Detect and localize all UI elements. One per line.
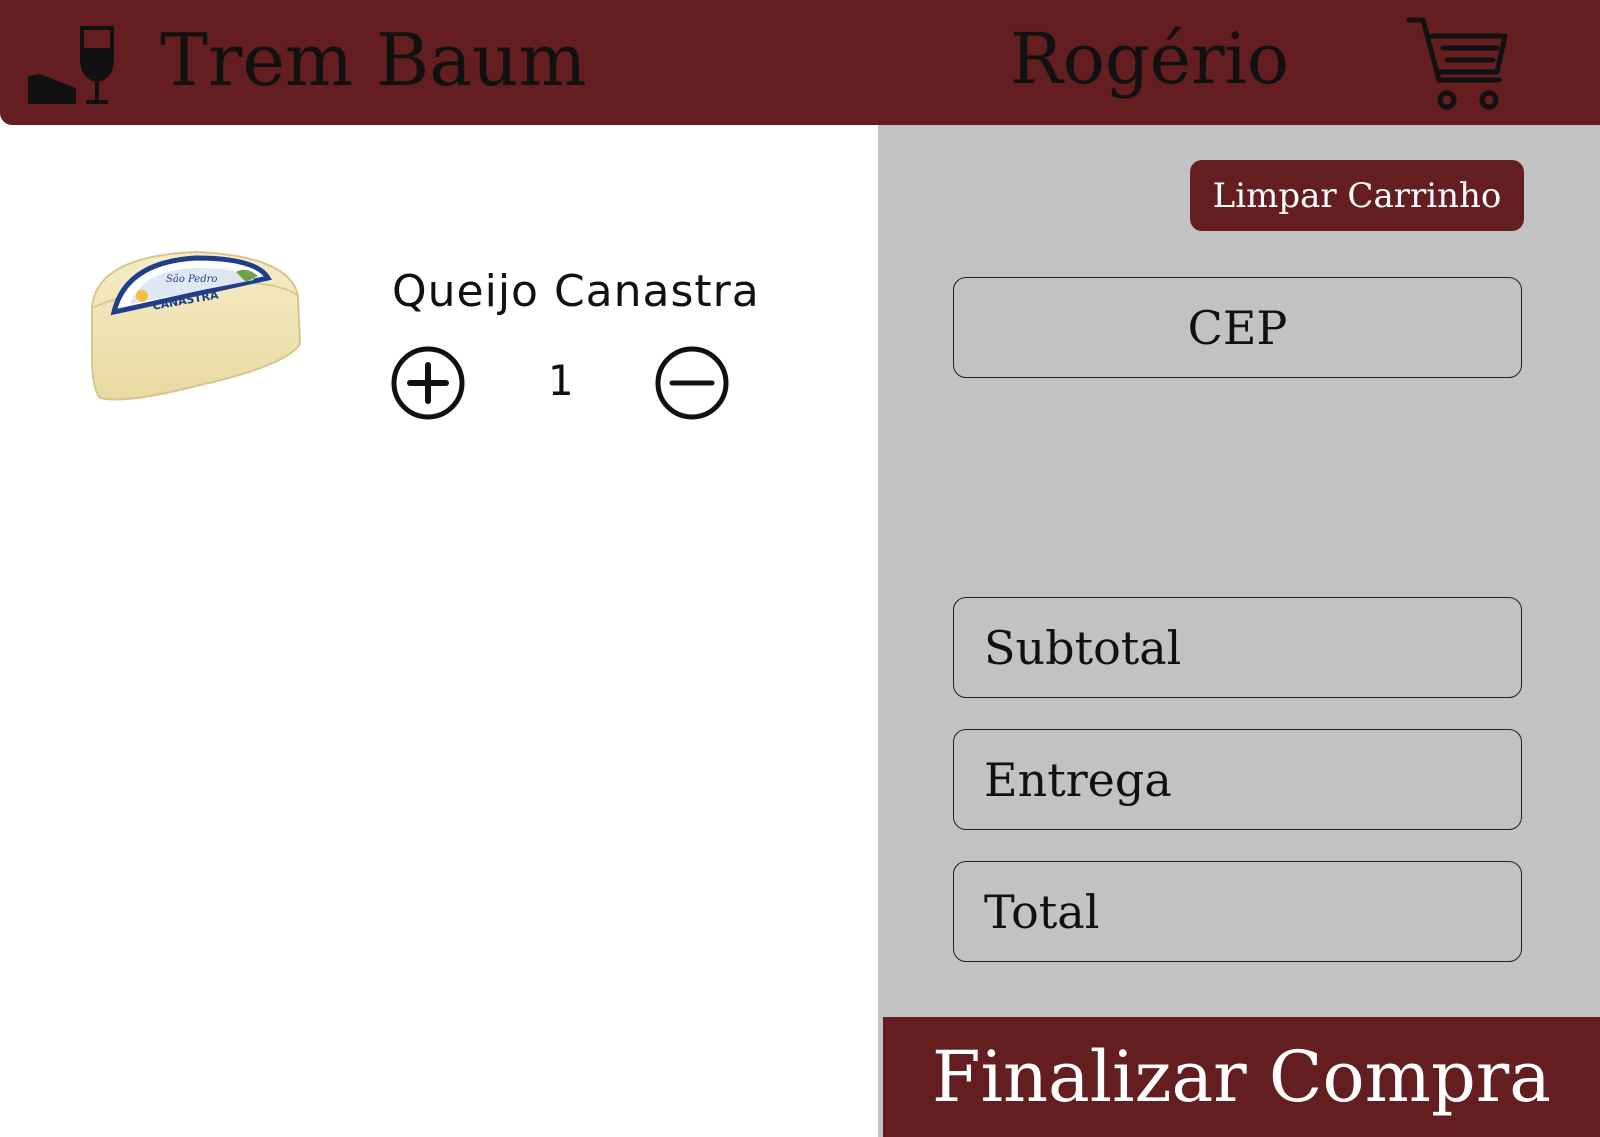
brand-name[interactable]: Trem Baum: [160, 18, 587, 102]
product-name: Queijo Canastra: [392, 266, 760, 317]
header-bar: Trem Baum Rogério: [0, 0, 1600, 125]
quantity-value: 1: [547, 356, 573, 405]
decrease-quantity-button[interactable]: [654, 345, 730, 421]
clear-cart-button[interactable]: Limpar Carrinho: [1190, 160, 1524, 231]
delivery-field: Entrega: [953, 729, 1522, 830]
total-field: Total: [953, 861, 1522, 962]
checkout-button[interactable]: Finalizar Compra: [883, 1017, 1600, 1137]
increase-quantity-button[interactable]: [390, 345, 466, 421]
shopping-cart-icon[interactable]: [1405, 14, 1515, 114]
label-brand-text: São Pedro: [166, 274, 217, 285]
cep-field[interactable]: CEP: [953, 277, 1522, 378]
cheese-wheel-image: São Pedro CANASTRA: [91, 250, 302, 401]
user-name[interactable]: Rogério: [1010, 18, 1289, 100]
wine-glass-cheese-icon[interactable]: [26, 24, 116, 110]
subtotal-field: Subtotal: [953, 597, 1522, 698]
